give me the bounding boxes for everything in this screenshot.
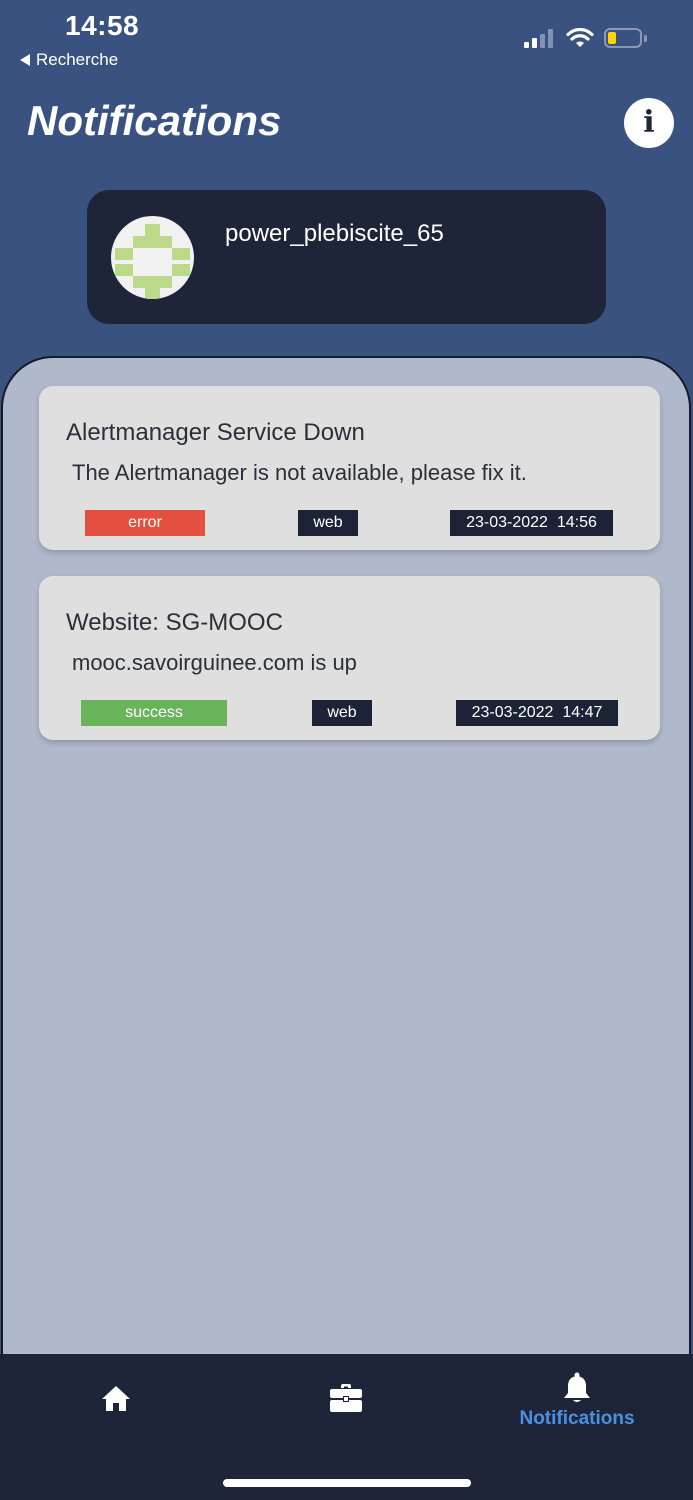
source-badge: web	[298, 510, 358, 536]
back-arrow-icon	[20, 54, 30, 66]
wifi-icon	[566, 27, 594, 53]
tab-notifications-label: Notifications	[519, 1408, 635, 1429]
info-icon: i	[643, 105, 655, 140]
tab-notifications[interactable]: Notifications	[502, 1354, 652, 1444]
notification-message: mooc.savoirguinee.com is up	[72, 650, 357, 675]
source-badge: web	[312, 700, 372, 726]
status-time: 14:58	[65, 10, 140, 41]
notification-card[interactable]: Alertmanager Service Down The Alertmanag…	[39, 386, 660, 550]
cellular-signal-icon	[524, 28, 553, 48]
notification-title: Alertmanager Service Down	[66, 419, 365, 446]
back-to-search-link[interactable]: Recherche	[20, 50, 118, 70]
info-button[interactable]: i	[624, 98, 674, 148]
tab-tools[interactable]	[286, 1354, 406, 1444]
tab-home[interactable]	[56, 1354, 176, 1444]
battery-icon	[604, 28, 642, 48]
notification-card[interactable]: Website: SG-MOOC mooc.savoirguinee.com i…	[39, 576, 660, 740]
avatar	[111, 216, 194, 299]
timestamp-badge: 23-03-2022 14:56	[450, 510, 613, 536]
notifications-panel: Alertmanager Service Down The Alertmanag…	[1, 356, 691, 1366]
page-title: Notifications	[27, 97, 282, 144]
notification-message: The Alertmanager is not available, pleas…	[72, 460, 527, 485]
notifications-screen: { "status_bar": { "time": "14:58", "back…	[0, 0, 693, 1500]
profile-card: power_plebiscite_65	[87, 190, 606, 324]
briefcase-icon	[330, 1384, 362, 1412]
battery-cap	[644, 35, 647, 42]
status-badge: error	[85, 510, 205, 536]
home-icon	[102, 1386, 130, 1411]
home-indicator[interactable]	[223, 1479, 471, 1487]
status-badge: success	[81, 700, 227, 726]
username: power_plebiscite_65	[225, 220, 444, 247]
bell-icon	[564, 1372, 590, 1402]
back-link-label: Recherche	[36, 50, 119, 69]
timestamp-badge: 23-03-2022 14:47	[456, 700, 618, 726]
notification-title: Website: SG-MOOC	[66, 609, 283, 636]
